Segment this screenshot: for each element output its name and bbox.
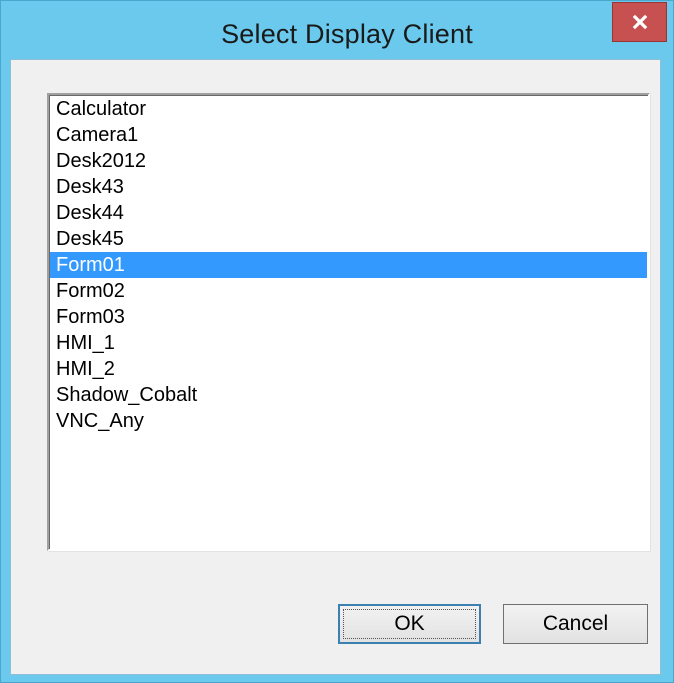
list-item[interactable]: Desk43 [50, 174, 647, 200]
list-item[interactable]: Shadow_Cobalt [50, 382, 647, 408]
dialog-title: Select Display Client [221, 19, 473, 49]
close-icon [632, 14, 647, 30]
list-item[interactable]: VNC_Any [50, 408, 647, 434]
list-item[interactable]: Desk2012 [50, 148, 647, 174]
list-item[interactable]: Calculator [50, 96, 647, 122]
list-item[interactable]: Form01 [50, 252, 647, 278]
list-item[interactable]: Desk44 [50, 200, 647, 226]
display-client-list: Calculator Camera1 Desk2012 Desk43 Desk44 Des… [50, 96, 647, 434]
list-item[interactable]: Form03 [50, 304, 647, 330]
cancel-button-label: Cancel [542, 612, 609, 635]
list-item[interactable]: Form02 [50, 278, 647, 304]
focus-rectangle [343, 609, 476, 639]
list-item[interactable]: HMI_1 [50, 330, 647, 356]
close-button[interactable] [612, 2, 667, 42]
ok-button[interactable]: OK [338, 604, 481, 644]
dialog-body: Calculator Camera1 Desk2012 Desk43 Desk44 Des… [10, 59, 661, 675]
list-item[interactable]: HMI_2 [50, 356, 647, 382]
cancel-button[interactable]: Cancel [503, 604, 648, 644]
list-item[interactable]: Camera1 [50, 122, 647, 148]
select-display-client-dialog: Select Display Client Calculator Camera1 D… [0, 0, 674, 683]
list-item[interactable]: Desk45 [50, 226, 647, 252]
display-client-listbox[interactable]: Calculator Camera1 Desk2012 Desk43 Desk44 Des… [47, 93, 650, 551]
